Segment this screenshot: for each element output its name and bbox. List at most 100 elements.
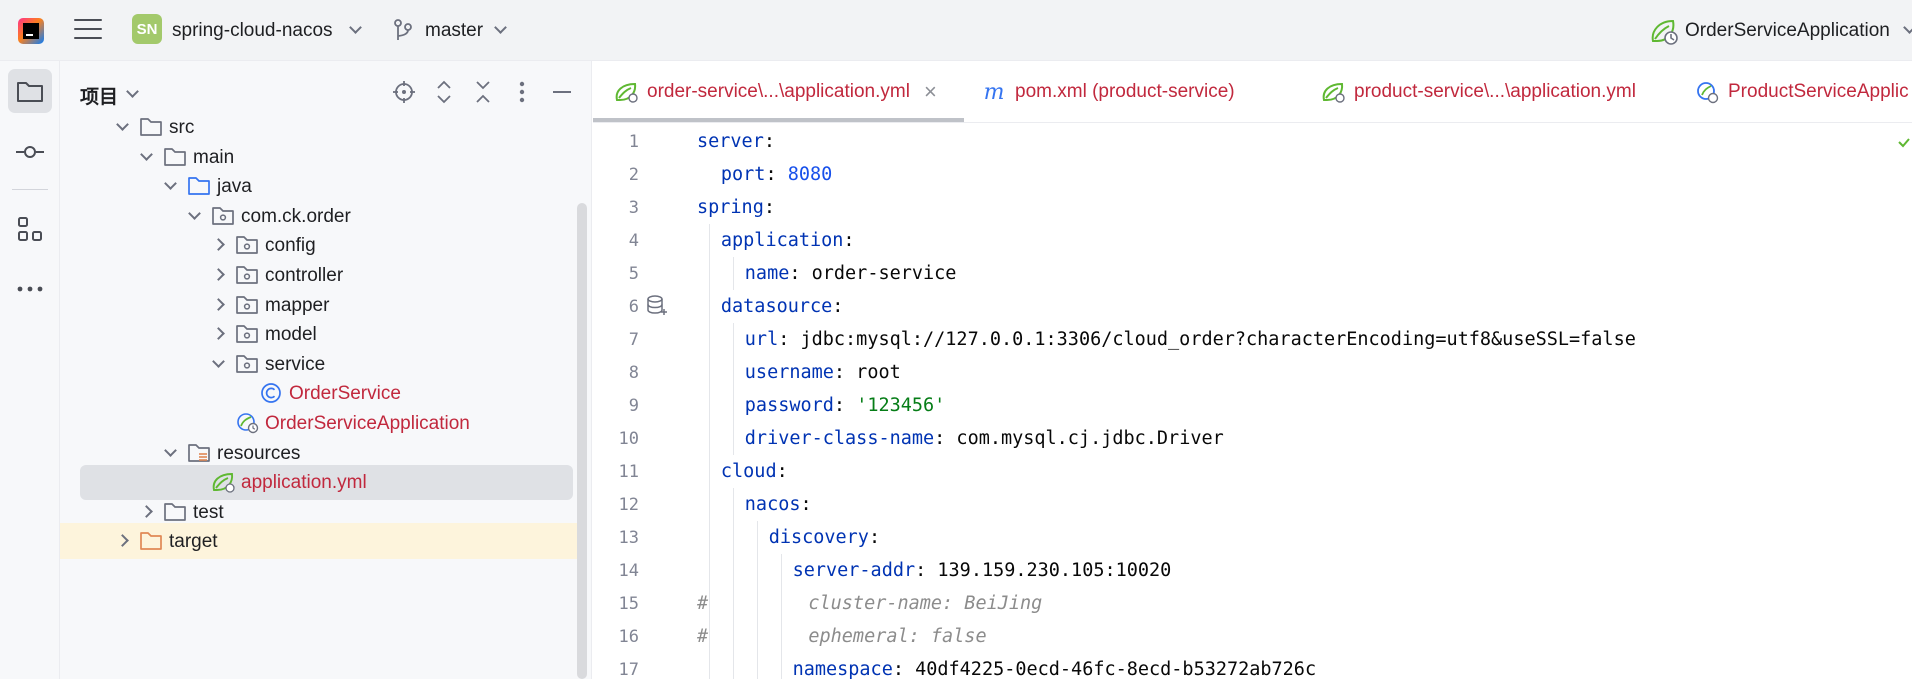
panel-options-button[interactable] (509, 79, 535, 105)
git-branch-icon[interactable] (393, 18, 413, 42)
commit-tool-button[interactable] (8, 130, 52, 174)
collapse-chevron-icon[interactable] (188, 206, 201, 220)
collapse-chevron-icon[interactable] (212, 354, 225, 368)
main-menu-icon[interactable] (74, 19, 102, 41)
project-tree-scrollbar[interactable] (577, 203, 587, 679)
expand-chevron-icon[interactable] (116, 534, 129, 548)
spring-run-config-icon[interactable] (1649, 17, 1679, 45)
indent-guide (732, 323, 734, 455)
code-line: discovery: (769, 521, 880, 554)
line-number: 16 (618, 627, 639, 647)
tab-label: order-service\...\application.yml (647, 81, 910, 102)
project-avatar[interactable]: SN (132, 14, 162, 44)
folder-icon (139, 116, 163, 138)
more-tools-button[interactable] (8, 267, 52, 311)
collapse-all-icon (476, 81, 490, 103)
structure-icon (18, 217, 42, 241)
spring-boot-app-icon (235, 412, 259, 434)
intellij-logo-icon[interactable] (18, 18, 44, 44)
project-dropdown-chevron-icon[interactable] (349, 21, 362, 34)
folder-icon (163, 501, 187, 523)
yaml-value: : root (833, 362, 901, 383)
yaml-key: driver-class-name (744, 428, 935, 449)
code-line: # cluster-name: BeiJing (697, 587, 1042, 620)
tab-product-service-application-yml[interactable]: product-service\...\application.yml (1320, 61, 1636, 122)
project-tool-button[interactable] (8, 69, 52, 113)
line-number: 12 (618, 495, 639, 515)
line-number: 14 (618, 561, 639, 581)
collapse-chevron-icon[interactable] (140, 147, 153, 161)
package-icon (235, 264, 259, 286)
title-bar: SN spring-cloud-nacos master OrderServic… (0, 0, 1912, 61)
yaml-key: application (720, 230, 844, 251)
yaml-value: : (776, 461, 788, 482)
yaml-key: namespace (792, 659, 893, 679)
collapse-chevron-icon[interactable] (116, 118, 129, 131)
code-line: namespace: 40df4225-0ecd-46fc-8ecd-b5327… (793, 653, 1317, 679)
line-number: 3 (628, 198, 639, 218)
yaml-key: url (744, 329, 779, 350)
code-line: application: (721, 224, 855, 257)
yaml-value: : (763, 131, 775, 152)
expand-chevron-icon[interactable] (212, 268, 225, 281)
indent-guide (756, 521, 758, 679)
database-gutter-icon[interactable] (646, 294, 668, 318)
tree-node-label: model (265, 324, 317, 346)
tree-node-label: java (217, 176, 252, 198)
line-number: 4 (628, 231, 639, 251)
line-number: 13 (618, 528, 639, 548)
yaml-key: name (744, 263, 790, 284)
run-configuration-selector[interactable]: OrderServiceApplication (1685, 20, 1890, 42)
project-panel: 项目 src main java com.ck.order config con… (60, 61, 592, 679)
spring-yml-icon (211, 471, 235, 493)
tree-node-label: OrderServiceApplication (265, 413, 470, 434)
project-name[interactable]: spring-cloud-nacos (172, 20, 333, 42)
resources-folder-icon (187, 442, 211, 464)
line-number: 9 (628, 396, 639, 416)
yaml-key: cloud (720, 461, 777, 482)
tab-product-service-application[interactable]: ProductServiceApplic (1694, 61, 1909, 122)
yaml-value: : order-service (789, 263, 957, 284)
yaml-key: password (744, 395, 834, 416)
maven-icon: m (983, 79, 1005, 105)
code-line: nacos: (745, 488, 812, 521)
yaml-value: 8080 (787, 164, 833, 185)
collapse-all-button[interactable] (470, 79, 496, 105)
tab-order-service-application-yml[interactable]: order-service\...\application.yml × (613, 61, 937, 122)
branch-name[interactable]: master (425, 20, 483, 42)
tree-node-label: mapper (265, 294, 330, 316)
class-icon (259, 382, 283, 404)
close-tab-icon[interactable]: × (924, 79, 937, 105)
collapse-chevron-icon[interactable] (164, 177, 177, 191)
line-number: 10 (618, 429, 639, 449)
project-view-chevron-icon[interactable] (126, 85, 139, 98)
expand-all-button[interactable] (431, 79, 457, 105)
line-number-gutter: 1 2 3 4 5 6 7 8 9 10 11 12 13 14 15 16 17 (593, 123, 673, 679)
expand-chevron-icon[interactable] (212, 297, 225, 311)
yaml-key: server (697, 131, 764, 152)
inspection-ok-icon[interactable] (1898, 137, 1910, 149)
tree-node-label: com.ck.order (241, 205, 351, 227)
expand-all-icon (437, 80, 451, 104)
code-line: server-addr: 139.159.230.105:10020 (793, 554, 1172, 587)
minimize-icon (553, 91, 571, 93)
select-opened-file-button[interactable] (391, 79, 417, 105)
branch-dropdown-chevron-icon[interactable] (494, 21, 507, 34)
collapse-chevron-icon[interactable] (164, 443, 177, 457)
expand-chevron-icon[interactable] (212, 327, 225, 341)
expand-chevron-icon[interactable] (212, 238, 225, 252)
structure-tool-button[interactable] (8, 207, 52, 251)
yaml-key: port (720, 164, 766, 185)
tree-node-label: controller (265, 265, 344, 286)
package-icon (211, 205, 235, 227)
tree-node-target[interactable]: target (60, 523, 577, 560)
project-panel-title[interactable]: 项目 (80, 82, 118, 109)
expand-chevron-icon[interactable] (140, 504, 153, 518)
tab-pom-xml[interactable]: m pom.xml (product-service) (981, 61, 1235, 122)
run-config-chevron-icon[interactable] (1903, 21, 1912, 34)
source-folder-icon (187, 175, 211, 197)
code-line: spring: (697, 191, 775, 224)
spring-yml-icon (1320, 80, 1346, 104)
code-editor[interactable]: server: port: 8080 spring: application: name… (697, 123, 1897, 679)
hide-panel-button[interactable] (549, 79, 575, 105)
